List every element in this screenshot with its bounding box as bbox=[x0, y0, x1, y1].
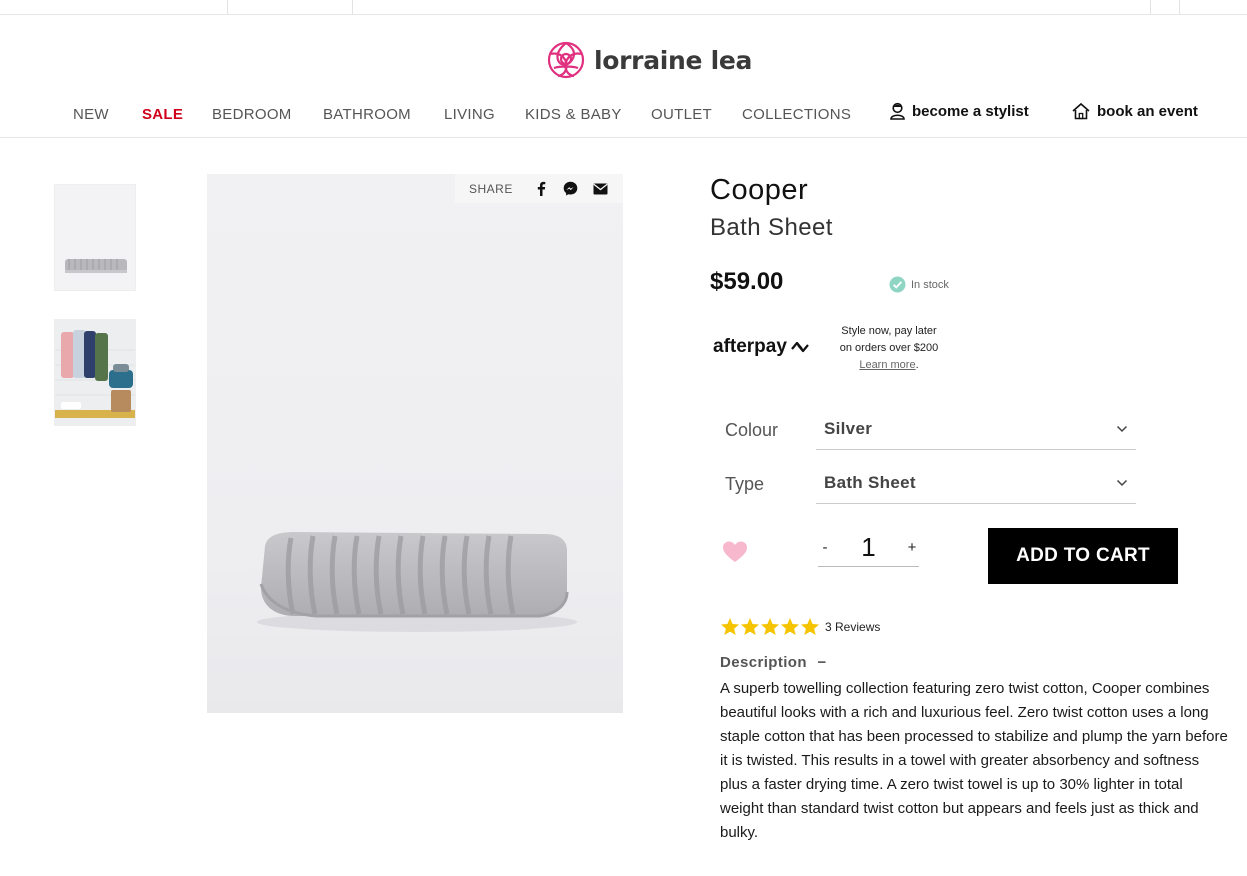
afterpay-line-2: on orders over $200 bbox=[839, 342, 939, 354]
afterpay-wordmark: afterpay bbox=[713, 336, 787, 357]
email-icon[interactable] bbox=[593, 181, 609, 197]
nav-item-sale[interactable]: SALE bbox=[142, 106, 183, 123]
description-heading: Description bbox=[720, 654, 807, 671]
main-nav: NEW SALE BEDROOM BATHROOM LIVING KIDS & … bbox=[0, 94, 1247, 138]
quantity-decrease-button[interactable]: - bbox=[818, 539, 832, 556]
share-label: SHARE bbox=[469, 181, 513, 196]
brand-name: lorraine lea bbox=[594, 45, 753, 75]
afterpay-promo: Style now, pay later on orders over $200… bbox=[830, 323, 948, 374]
nav-item-new[interactable]: NEW bbox=[73, 106, 109, 123]
product-price: $59.00 bbox=[710, 268, 784, 295]
afterpay-logo: afterpay bbox=[713, 336, 811, 358]
description-toggle[interactable]: Description − bbox=[720, 654, 827, 671]
home-icon bbox=[1072, 102, 1090, 120]
utility-divider bbox=[352, 0, 353, 14]
afterpay-period: . bbox=[915, 359, 919, 371]
colour-label: Colour bbox=[725, 420, 779, 440]
utility-divider bbox=[1179, 0, 1180, 14]
afterpay-line-1: Style now, pay later bbox=[841, 325, 937, 337]
quantity-increase-button[interactable]: + bbox=[905, 539, 919, 556]
quantity-input[interactable] bbox=[843, 531, 894, 563]
utility-divider bbox=[227, 0, 228, 14]
reviews-count-link[interactable]: 3 Reviews bbox=[825, 620, 880, 634]
folded-towel-thumb-image bbox=[55, 185, 135, 290]
stock-status: In stock bbox=[889, 276, 949, 293]
rating-stars[interactable] bbox=[720, 617, 820, 637]
nav-item-outlet[interactable]: OUTLET bbox=[651, 106, 712, 123]
product-hero-image: SHARE bbox=[207, 174, 623, 713]
quantity-stepper: - + bbox=[818, 528, 919, 567]
star-rating-icon bbox=[721, 618, 819, 635]
chevron-down-icon bbox=[1116, 479, 1128, 486]
type-label: Type bbox=[725, 474, 765, 494]
type-select[interactable]: Bath Sheet bbox=[816, 462, 1136, 504]
book-event-link[interactable]: book an event bbox=[1071, 102, 1198, 120]
hanging-towels-thumb-image bbox=[55, 320, 135, 425]
become-stylist-link[interactable]: become a stylist bbox=[889, 102, 1029, 120]
messenger-icon[interactable] bbox=[563, 181, 579, 197]
learn-more-link[interactable]: Learn more bbox=[859, 359, 915, 371]
product-subtitle: Bath Sheet bbox=[710, 214, 833, 241]
share-bar: SHARE bbox=[455, 174, 623, 203]
become-stylist-label: become a stylist bbox=[912, 102, 1029, 120]
utility-bar bbox=[0, 0, 1247, 15]
nav-item-kids-baby[interactable]: KIDS & BABY bbox=[525, 106, 622, 123]
description-text: A superb towelling collection featuring … bbox=[720, 680, 1228, 841]
brand-logo[interactable]: lorraine lea bbox=[546, 40, 752, 80]
facebook-icon[interactable] bbox=[533, 181, 549, 197]
stock-label: In stock bbox=[911, 278, 949, 291]
nav-item-bedroom[interactable]: BEDROOM bbox=[212, 106, 292, 123]
gallery-thumb-towel[interactable] bbox=[54, 184, 136, 291]
add-to-cart-button[interactable]: ADD TO CART bbox=[988, 528, 1178, 584]
product-title: Cooper bbox=[710, 174, 809, 206]
check-circle-icon bbox=[889, 276, 906, 293]
afterpay-arrows-icon bbox=[791, 341, 809, 353]
collapse-icon: − bbox=[817, 654, 827, 671]
type-value: Bath Sheet bbox=[824, 472, 916, 492]
nav-item-collections[interactable]: COLLECTIONS bbox=[742, 106, 851, 123]
gallery-thumb-towels-hanging[interactable] bbox=[54, 319, 136, 426]
stylist-icon bbox=[890, 102, 905, 120]
utility-divider bbox=[1150, 0, 1151, 14]
book-event-label: book an event bbox=[1097, 102, 1198, 120]
peony-logo-icon bbox=[547, 41, 585, 79]
colour-value: Silver bbox=[824, 418, 873, 438]
colour-select[interactable]: Silver bbox=[816, 408, 1136, 450]
folded-bath-sheet-image bbox=[257, 532, 577, 632]
wishlist-heart-icon[interactable] bbox=[722, 540, 748, 564]
nav-item-bathroom[interactable]: BATHROOM bbox=[323, 106, 411, 123]
chevron-down-icon bbox=[1116, 425, 1128, 432]
nav-item-living[interactable]: LIVING bbox=[444, 106, 495, 123]
